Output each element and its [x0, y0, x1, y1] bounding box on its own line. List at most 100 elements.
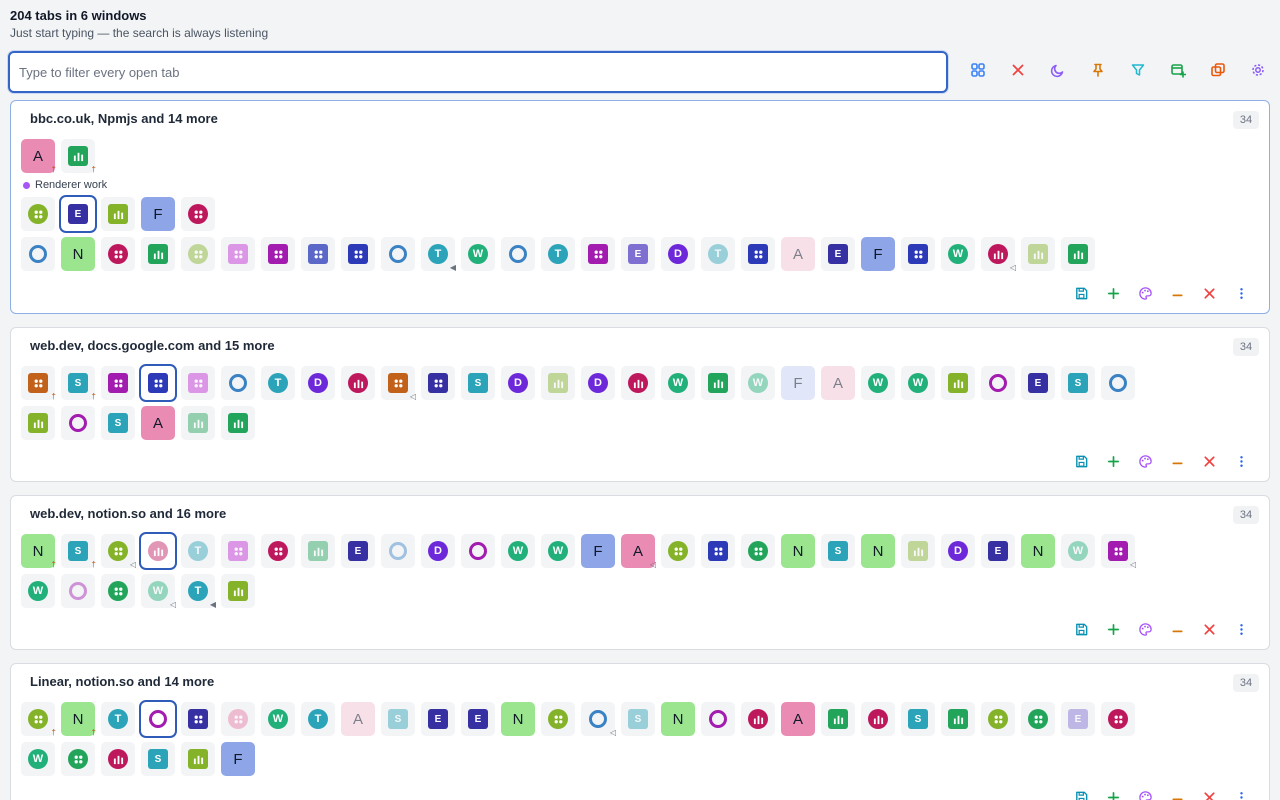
- tab-favicon[interactable]: E: [821, 237, 855, 271]
- tab-favicon[interactable]: [341, 366, 375, 400]
- tab-favicon[interactable]: [21, 197, 55, 231]
- tab-favicon[interactable]: [461, 534, 495, 568]
- tab-favicon[interactable]: [139, 700, 177, 738]
- tab-favicon[interactable]: [1101, 702, 1135, 736]
- tab-favicon[interactable]: [221, 702, 255, 736]
- tab-favicon[interactable]: [21, 406, 55, 440]
- tab-favicon[interactable]: [181, 742, 215, 776]
- tab-favicon[interactable]: W: [541, 534, 575, 568]
- tab-favicon[interactable]: [661, 534, 695, 568]
- tab-favicon[interactable]: [261, 237, 295, 271]
- tab-favicon[interactable]: [261, 534, 295, 568]
- tab-favicon[interactable]: †: [61, 139, 96, 174]
- tab-favicon[interactable]: F: [141, 197, 175, 231]
- tab-favicon[interactable]: [1021, 237, 1055, 271]
- tab-favicon[interactable]: E: [981, 534, 1015, 568]
- tab-favicon[interactable]: ◁: [981, 237, 1016, 272]
- tab-favicon[interactable]: †: [21, 702, 56, 737]
- tab-favicon[interactable]: E: [461, 702, 495, 736]
- new-window-button[interactable]: [1158, 60, 1198, 84]
- tab-favicon[interactable]: S: [141, 742, 175, 776]
- tab-favicon[interactable]: ◁: [101, 534, 136, 569]
- tab-favicon[interactable]: [981, 702, 1015, 736]
- tab-favicon[interactable]: E: [1061, 702, 1095, 736]
- tab-favicon[interactable]: [901, 237, 935, 271]
- tab-favicon[interactable]: S: [901, 702, 935, 736]
- tab-favicon[interactable]: [301, 534, 335, 568]
- filter-button[interactable]: [1118, 60, 1158, 84]
- duplicate-button[interactable]: [1198, 60, 1238, 84]
- tab-favicon[interactable]: S †: [61, 366, 96, 401]
- tab-favicon[interactable]: [981, 366, 1015, 400]
- tab-favicon[interactable]: [541, 366, 575, 400]
- tab-favicon[interactable]: S: [101, 406, 135, 440]
- tab-favicon[interactable]: [861, 702, 895, 736]
- tab-favicon[interactable]: [181, 197, 215, 231]
- tab-favicon[interactable]: [301, 237, 335, 271]
- tab-favicon[interactable]: [139, 364, 177, 402]
- tab-favicon[interactable]: ◁: [381, 366, 416, 401]
- tab-favicon[interactable]: [181, 406, 215, 440]
- new-tab-button[interactable]: [1097, 622, 1129, 642]
- tab-favicon[interactable]: A: [821, 366, 855, 400]
- tab-favicon[interactable]: S: [381, 702, 415, 736]
- tab-favicon[interactable]: S: [621, 702, 655, 736]
- new-tab-button[interactable]: [1097, 454, 1129, 474]
- pin-button[interactable]: [1078, 60, 1118, 84]
- minimize-window-button[interactable]: [1161, 622, 1193, 642]
- close-window-button[interactable]: [1193, 622, 1225, 642]
- search-input[interactable]: [10, 53, 946, 91]
- tab-favicon[interactable]: N: [61, 237, 95, 271]
- tab-favicon[interactable]: [741, 702, 775, 736]
- minimize-window-button[interactable]: [1161, 790, 1193, 800]
- tab-favicon[interactable]: N: [861, 534, 895, 568]
- search-box[interactable]: [8, 51, 948, 93]
- close-window-button[interactable]: [1193, 454, 1225, 474]
- close-window-button[interactable]: [1193, 790, 1225, 800]
- tab-favicon[interactable]: [1101, 366, 1135, 400]
- tab-favicon[interactable]: N: [781, 534, 815, 568]
- save-window-button[interactable]: [1065, 790, 1097, 800]
- tab-favicon[interactable]: [221, 574, 255, 608]
- tab-favicon[interactable]: D: [941, 534, 975, 568]
- moon-button[interactable]: [1038, 60, 1078, 84]
- tab-favicon[interactable]: A †: [21, 139, 56, 174]
- tab-favicon[interactable]: [221, 406, 255, 440]
- tab-favicon[interactable]: [101, 742, 135, 776]
- tab-favicon[interactable]: A: [341, 702, 375, 736]
- tab-favicon[interactable]: [741, 534, 775, 568]
- tab-favicon[interactable]: E: [1021, 366, 1055, 400]
- settings-gear-button[interactable]: [1238, 60, 1278, 84]
- tab-favicon[interactable]: W: [901, 366, 935, 400]
- tab-favicon[interactable]: [941, 702, 975, 736]
- tab-favicon[interactable]: T: [541, 237, 575, 271]
- tab-favicon[interactable]: A: [781, 237, 815, 271]
- save-window-button[interactable]: [1065, 286, 1097, 306]
- tab-favicon[interactable]: E: [59, 195, 97, 233]
- tab-favicon[interactable]: [581, 237, 615, 271]
- tab-favicon[interactable]: [101, 237, 135, 271]
- tab-favicon[interactable]: S: [821, 534, 855, 568]
- tab-favicon[interactable]: F: [861, 237, 895, 271]
- tab-favicon[interactable]: W: [461, 237, 495, 271]
- tab-favicon[interactable]: [381, 237, 415, 271]
- tab-favicon[interactable]: E: [421, 702, 455, 736]
- tab-favicon[interactable]: F: [581, 534, 615, 568]
- tab-favicon[interactable]: S †: [61, 534, 96, 569]
- tab-favicon[interactable]: W: [941, 237, 975, 271]
- tab-favicon[interactable]: [701, 366, 735, 400]
- close-window-button[interactable]: [1193, 286, 1225, 306]
- tab-favicon[interactable]: N: [661, 702, 695, 736]
- tab-favicon[interactable]: T ◀: [181, 574, 216, 609]
- minimize-window-button[interactable]: [1161, 286, 1193, 306]
- tab-favicon[interactable]: [901, 534, 935, 568]
- tab-favicon[interactable]: W: [661, 366, 695, 400]
- tab-favicon[interactable]: W: [501, 534, 535, 568]
- tab-favicon[interactable]: T: [301, 702, 335, 736]
- tab-favicon[interactable]: W: [261, 702, 295, 736]
- minimize-window-button[interactable]: [1161, 454, 1193, 474]
- tab-favicon[interactable]: [941, 366, 975, 400]
- tab-favicon[interactable]: [181, 702, 215, 736]
- new-tab-button[interactable]: [1097, 790, 1129, 800]
- color-window-button[interactable]: [1129, 286, 1161, 306]
